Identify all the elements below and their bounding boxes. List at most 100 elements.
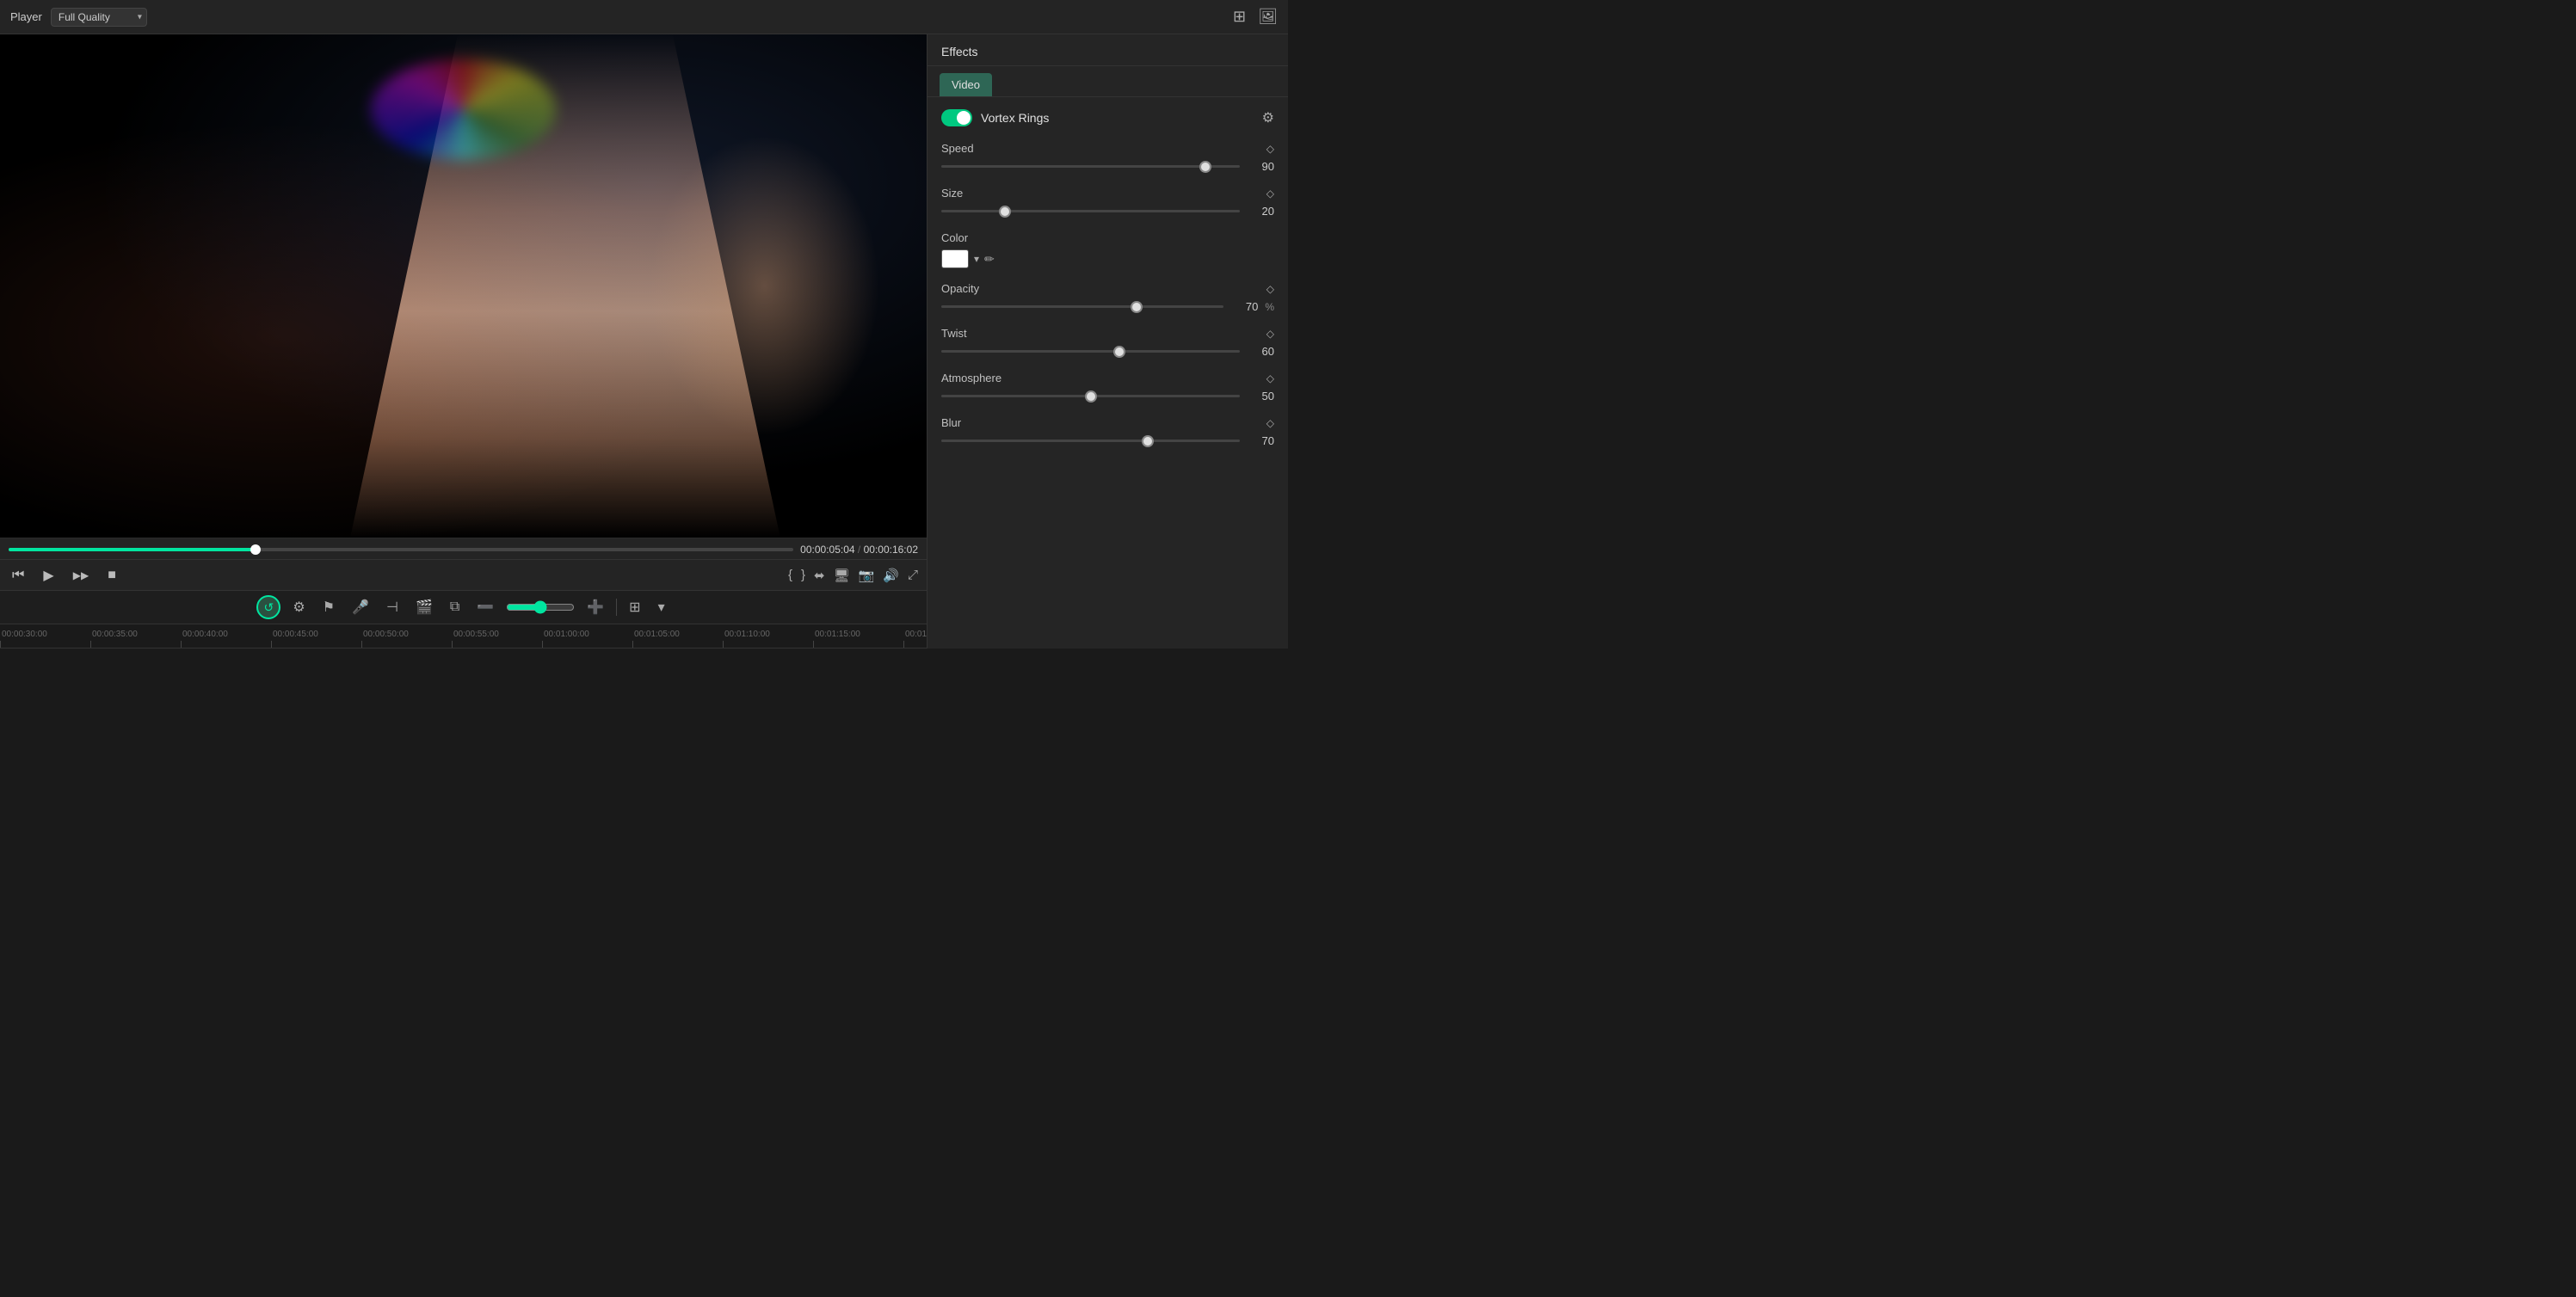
current-timecode: 00:00:05:04 / 00:00:16:02 <box>800 544 918 556</box>
blur-keyframe[interactable]: ◇ <box>1266 417 1274 429</box>
ruler-marks: 00:00:30:00 00:00:35:00 00:00:40:00 00:0… <box>0 630 927 648</box>
mark-out-icon[interactable]: } <box>801 568 805 582</box>
effect-toggle[interactable] <box>941 109 972 126</box>
atmosphere-label: Atmosphere <box>941 372 1001 384</box>
param-size: Size ◇ 20 <box>941 187 1274 218</box>
play-button[interactable]: ▶ <box>40 565 57 586</box>
atmosphere-slider-row: 50 <box>941 390 1274 403</box>
insert-icon[interactable]: ⬌ <box>814 568 825 583</box>
controls-right: { } ⬌ 🖥 📷 🔊 ⤢ <box>788 568 918 583</box>
player-label: Player <box>10 10 42 23</box>
color-swatch[interactable] <box>941 249 969 268</box>
ruler-mark-10: 00:01:20:00 <box>903 630 927 648</box>
zoom-in-button[interactable]: ➕ <box>582 595 609 619</box>
color-label: Color <box>941 231 968 244</box>
speed-slider[interactable] <box>941 165 1240 168</box>
speed-keyframe[interactable]: ◇ <box>1266 143 1274 155</box>
color-row: ▾ ✏ <box>941 249 1274 268</box>
effects-panel: Effects Video Vortex Rings ⚙ Speed ◇ <box>927 34 1288 648</box>
mic-button[interactable]: 🎤 <box>347 595 374 619</box>
loop-button[interactable]: ↺ <box>256 595 280 619</box>
effect-settings-icon[interactable]: ⚙ <box>1262 109 1274 126</box>
time-separator: / <box>858 544 864 556</box>
stop-button[interactable]: ■ <box>104 566 120 585</box>
atmosphere-slider[interactable] <box>941 395 1240 397</box>
ruler-mark-2: 00:00:40:00 <box>181 630 271 648</box>
timeline-ruler: 00:00:30:00 00:00:35:00 00:00:40:00 00:0… <box>0 624 927 648</box>
expand-button[interactable]: ▾ <box>653 595 670 619</box>
ruler-mark-6: 00:01:00:00 <box>542 630 632 648</box>
opacity-unit: % <box>1265 301 1274 313</box>
main-layout: 00:00:05:04 / 00:00:16:02 ⏮ ▶ ▶▶ ■ { } <box>0 34 1288 648</box>
split-button[interactable]: ⊣ <box>381 595 404 619</box>
speed-label: Speed <box>941 142 974 155</box>
color-eyedropper-button[interactable]: ✏ <box>984 252 995 267</box>
grid-view-icon[interactable]: ⊞ <box>1233 8 1246 26</box>
video-scene <box>0 34 927 538</box>
param-twist-header: Twist ◇ <box>941 327 1274 340</box>
app-container: Player Full Quality Half Quality Quarter… <box>0 0 1288 648</box>
opacity-keyframe[interactable]: ◇ <box>1266 283 1274 295</box>
size-value: 20 <box>1247 205 1274 218</box>
quality-wrapper: Full Quality Half Quality Quarter Qualit… <box>51 8 147 27</box>
controls-left: ⏮ ▶ ▶▶ ■ <box>9 565 120 586</box>
tab-video[interactable]: Video <box>940 73 992 96</box>
param-opacity: Opacity ◇ 70 % <box>941 282 1274 313</box>
top-bar: Player Full Quality Half Quality Quarter… <box>0 0 1288 34</box>
quality-select[interactable]: Full Quality Half Quality Quarter Qualit… <box>51 8 147 27</box>
total-time-value: 00:00:16:02 <box>864 544 918 556</box>
twist-keyframe[interactable]: ◇ <box>1266 328 1274 340</box>
blur-slider-row: 70 <box>941 434 1274 447</box>
monitor-icon[interactable]: 🖥 <box>834 568 850 583</box>
effects-header: Effects <box>927 34 1288 66</box>
video-player <box>0 34 927 538</box>
ruler-mark-1: 00:00:35:00 <box>90 630 181 648</box>
overlay-button[interactable]: ⧉ <box>445 596 465 618</box>
audio-icon[interactable]: 🔊 <box>883 568 899 583</box>
settings-button[interactable]: ⚙ <box>287 595 310 619</box>
timeline-toolbar: ↺ ⚙ ⚑ 🎤 ⊣ 🎬 ⧉ ➖ ➕ ⊞ ▾ <box>0 590 927 624</box>
progress-track[interactable] <box>9 548 793 551</box>
grid-toggle-button[interactable]: ⊞ <box>624 595 645 619</box>
twist-value: 60 <box>1247 345 1274 358</box>
opacity-slider[interactable] <box>941 305 1223 308</box>
ruler-mark-8: 00:01:10:00 <box>723 630 813 648</box>
param-opacity-header: Opacity ◇ <box>941 282 1274 295</box>
flag-button[interactable]: ⚑ <box>317 595 340 619</box>
opacity-value: 70 <box>1230 300 1258 313</box>
param-color-header: Color <box>941 231 1274 244</box>
clip-button[interactable]: 🎬 <box>410 595 438 619</box>
size-keyframe[interactable]: ◇ <box>1266 187 1274 200</box>
top-bar-left: Player Full Quality Half Quality Quarter… <box>10 8 147 27</box>
speed-slider-row: 90 <box>941 160 1274 173</box>
zoom-out-button[interactable]: ➖ <box>471 595 499 619</box>
ruler-mark-0: 00:00:30:00 <box>0 630 90 648</box>
controls-bar: ⏮ ▶ ▶▶ ■ { } ⬌ 🖥 📷 🔊 ⤢ <box>0 559 927 590</box>
zoom-slider-row <box>506 600 575 614</box>
skip-back-button[interactable]: ⏮ <box>9 566 28 585</box>
blur-slider[interactable] <box>941 440 1240 442</box>
image-icon[interactable]: 🖼 <box>1258 8 1278 26</box>
blur-value: 70 <box>1247 434 1274 447</box>
ruler-mark-3: 00:00:45:00 <box>271 630 361 648</box>
param-speed-header: Speed ◇ <box>941 142 1274 155</box>
mark-in-icon[interactable]: { <box>788 568 792 582</box>
twist-slider[interactable] <box>941 350 1240 353</box>
zoom-slider[interactable] <box>506 600 575 614</box>
atmosphere-keyframe[interactable]: ◇ <box>1266 372 1274 384</box>
progress-thumb[interactable] <box>250 544 261 555</box>
speed-value: 90 <box>1247 160 1274 173</box>
more-icon[interactable]: ⤢ <box>908 568 918 582</box>
color-dropdown-button[interactable]: ▾ <box>974 253 979 265</box>
progress-row: 00:00:05:04 / 00:00:16:02 <box>9 544 918 556</box>
ruler-mark-7: 00:01:05:00 <box>632 630 723 648</box>
progress-fill <box>9 548 256 551</box>
twist-slider-row: 60 <box>941 345 1274 358</box>
snapshot-icon[interactable]: 📷 <box>859 568 875 583</box>
param-size-header: Size ◇ <box>941 187 1274 200</box>
param-twist: Twist ◇ 60 <box>941 327 1274 358</box>
play-fast-button[interactable]: ▶▶ <box>70 568 92 583</box>
size-slider[interactable] <box>941 210 1240 212</box>
size-slider-row: 20 <box>941 205 1274 218</box>
param-blur-header: Blur ◇ <box>941 416 1274 429</box>
